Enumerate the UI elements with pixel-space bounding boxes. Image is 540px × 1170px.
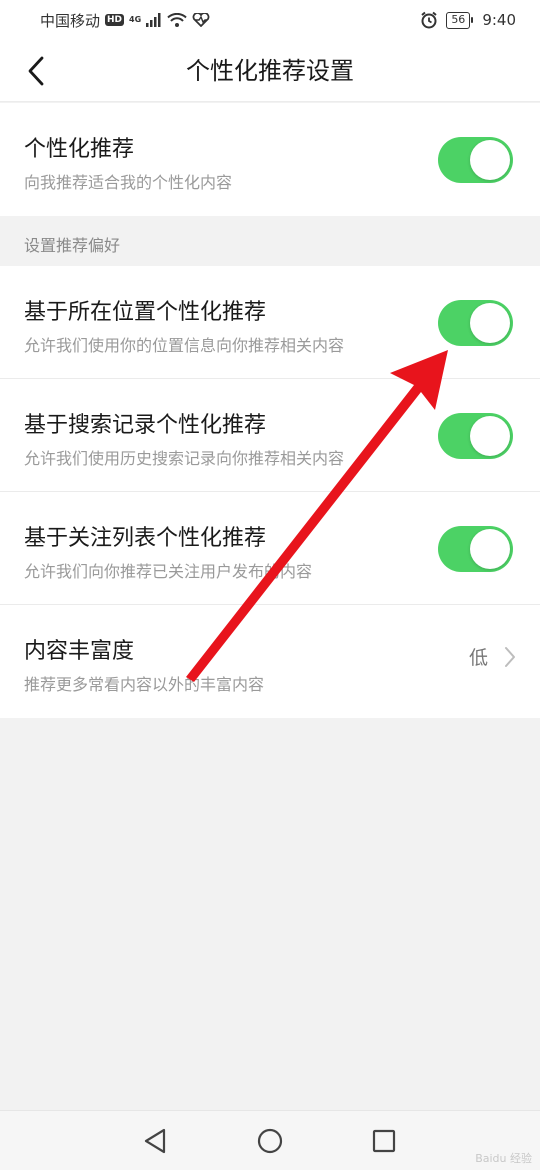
personalized-recommend-row: 个性化推荐 向我推荐适合我的个性化内容: [0, 103, 540, 216]
toggle-knob: [470, 529, 510, 569]
nav-home-button[interactable]: [254, 1125, 286, 1157]
follow-list-recommend-row: 基于关注列表个性化推荐 允许我们向你推荐已关注用户发布的内容: [0, 492, 540, 605]
setting-desc: 推荐更多常看内容以外的丰富内容: [24, 675, 265, 694]
search-history-recommend-toggle[interactable]: [438, 413, 513, 459]
group-label: 设置推荐偏好: [24, 236, 121, 255]
status-time: 9:40: [482, 11, 516, 29]
main-setting-section: 个性化推荐 向我推荐适合我的个性化内容: [0, 103, 540, 216]
content-richness-row[interactable]: 内容丰富度 推荐更多常看内容以外的丰富内容 低: [0, 605, 540, 718]
page-title: 个性化推荐设置: [186, 57, 354, 85]
circle-home-icon: [257, 1128, 283, 1154]
hd-badge: HD: [105, 14, 125, 26]
setting-desc: 向我推荐适合我的个性化内容: [24, 173, 233, 192]
network-type: 4G: [129, 15, 142, 24]
preferences-section: 基于所在位置个性化推荐 允许我们使用你的位置信息向你推荐相关内容 基于搜索记录个…: [0, 266, 540, 718]
setting-desc: 允许我们向你推荐已关注用户发布的内容: [24, 562, 313, 581]
heart-rate-icon: [192, 13, 210, 27]
nav-back-button[interactable]: [139, 1125, 171, 1157]
battery-indicator: 56: [446, 11, 474, 29]
setting-title: 基于关注列表个性化推荐: [24, 526, 267, 551]
setting-title: 基于搜索记录个性化推荐: [24, 413, 267, 438]
square-recents-icon: [372, 1129, 396, 1153]
location-recommend-row: 基于所在位置个性化推荐 允许我们使用你的位置信息向你推荐相关内容: [0, 266, 540, 379]
app-header: 个性化推荐设置: [0, 40, 540, 102]
richness-value: 低: [468, 647, 488, 669]
signal-icon: [146, 13, 161, 27]
status-bar: 中国移动 HD 4G 56 9:40: [0, 0, 540, 40]
search-history-recommend-row: 基于搜索记录个性化推荐 允许我们使用历史搜索记录向你推荐相关内容: [0, 379, 540, 492]
setting-desc: 允许我们使用历史搜索记录向你推荐相关内容: [24, 449, 345, 468]
richness-value-selector[interactable]: 低: [469, 643, 516, 670]
setting-title: 内容丰富度: [24, 639, 135, 664]
chevron-right-icon: [505, 646, 515, 667]
toggle-knob: [470, 303, 510, 343]
group-header: 设置推荐偏好: [0, 215, 540, 266]
carrier-name: 中国移动: [40, 11, 101, 30]
alarm-icon: [421, 11, 437, 29]
system-nav-bar: Baidu 经验: [0, 1110, 540, 1170]
setting-title: 个性化推荐: [24, 137, 135, 162]
follow-list-recommend-toggle[interactable]: [438, 526, 513, 572]
nav-recents-button[interactable]: [368, 1125, 400, 1157]
setting-title: 基于所在位置个性化推荐: [24, 300, 267, 325]
personalized-recommend-toggle[interactable]: [438, 137, 513, 183]
setting-desc: 允许我们使用你的位置信息向你推荐相关内容: [24, 336, 345, 355]
watermark: Baidu 经验: [475, 1152, 532, 1165]
triangle-back-icon: [144, 1128, 166, 1154]
toggle-knob: [470, 416, 510, 456]
toggle-knob: [470, 140, 510, 180]
wifi-icon: [167, 13, 187, 27]
location-recommend-toggle[interactable]: [438, 300, 513, 346]
